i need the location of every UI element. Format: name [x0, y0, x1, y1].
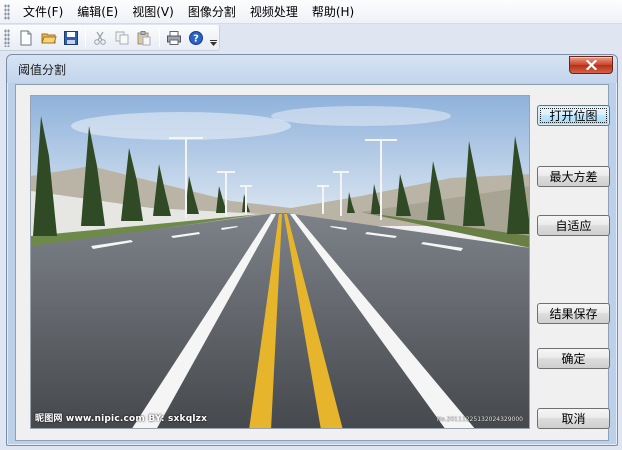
- image-watermark-id: No.20111225132024329000: [436, 416, 523, 423]
- help-icon: ?: [188, 30, 203, 45]
- save-icon: [63, 30, 78, 45]
- help-button[interactable]: ?: [185, 27, 206, 49]
- toolbar: ?: [0, 25, 220, 51]
- paste-icon: [137, 30, 151, 45]
- open-folder-icon: [40, 33, 57, 43]
- toolbar-overflow-button[interactable]: [207, 27, 219, 49]
- close-button[interactable]: [569, 56, 613, 74]
- confirm-button[interactable]: 确定: [537, 348, 610, 369]
- menu-file[interactable]: 文件(F): [16, 2, 70, 22]
- print-icon: [166, 30, 181, 45]
- image-preview: 昵图网 www.nipic.com BY: sxkqlzx No.2011122…: [30, 95, 530, 429]
- cut-icon: [94, 31, 106, 45]
- menu-image-segmentation[interactable]: 图像分割: [181, 2, 243, 22]
- toolbar-grip[interactable]: [4, 28, 10, 47]
- threshold-dialog: 阈值分割 昵图网 www.nipic.com BY: sxkqlzx No.20…: [6, 54, 618, 446]
- overflow-chevron-icon: [209, 39, 217, 46]
- open-image-button[interactable]: 打开位图: [537, 105, 610, 126]
- menubar-grip[interactable]: [4, 3, 10, 20]
- save-button[interactable]: [60, 27, 81, 49]
- close-icon: [585, 60, 597, 70]
- new-file-button[interactable]: [16, 27, 37, 49]
- dialog-titlebar[interactable]: 阈值分割: [7, 55, 617, 83]
- menu-video-processing[interactable]: 视频处理: [243, 2, 305, 22]
- cancel-button[interactable]: 取消: [537, 408, 610, 429]
- print-button[interactable]: [163, 27, 184, 49]
- open-image-label: 打开位图: [549, 109, 598, 123]
- paste-button[interactable]: [134, 27, 155, 49]
- image-watermark: 昵图网 www.nipic.com BY: sxkqlzx: [35, 414, 208, 424]
- max-variance-button[interactable]: 最大方差: [537, 166, 610, 187]
- dialog-client-area: 昵图网 www.nipic.com BY: sxkqlzx No.2011122…: [15, 84, 610, 441]
- save-result-button[interactable]: 结果保存: [537, 303, 610, 324]
- open-file-button[interactable]: [38, 27, 59, 49]
- toolbar-separator: [159, 28, 160, 47]
- menu-view[interactable]: 视图(V): [125, 2, 181, 22]
- road-photo: [31, 96, 529, 428]
- dialog-title: 阈值分割: [18, 63, 67, 77]
- cut-button[interactable]: [89, 27, 110, 49]
- adaptive-button[interactable]: 自适应: [537, 215, 610, 236]
- menu-edit[interactable]: 编辑(E): [70, 2, 125, 22]
- toolbar-separator: [85, 28, 87, 47]
- menu-bar: 文件(F) 编辑(E) 视图(V) 图像分割 视频处理 帮助(H): [0, 0, 622, 24]
- new-file-icon: [20, 30, 32, 45]
- copy-icon: [115, 31, 129, 44]
- menu-help[interactable]: 帮助(H): [305, 2, 361, 22]
- svg-text:?: ?: [193, 33, 199, 44]
- copy-button[interactable]: [112, 27, 133, 49]
